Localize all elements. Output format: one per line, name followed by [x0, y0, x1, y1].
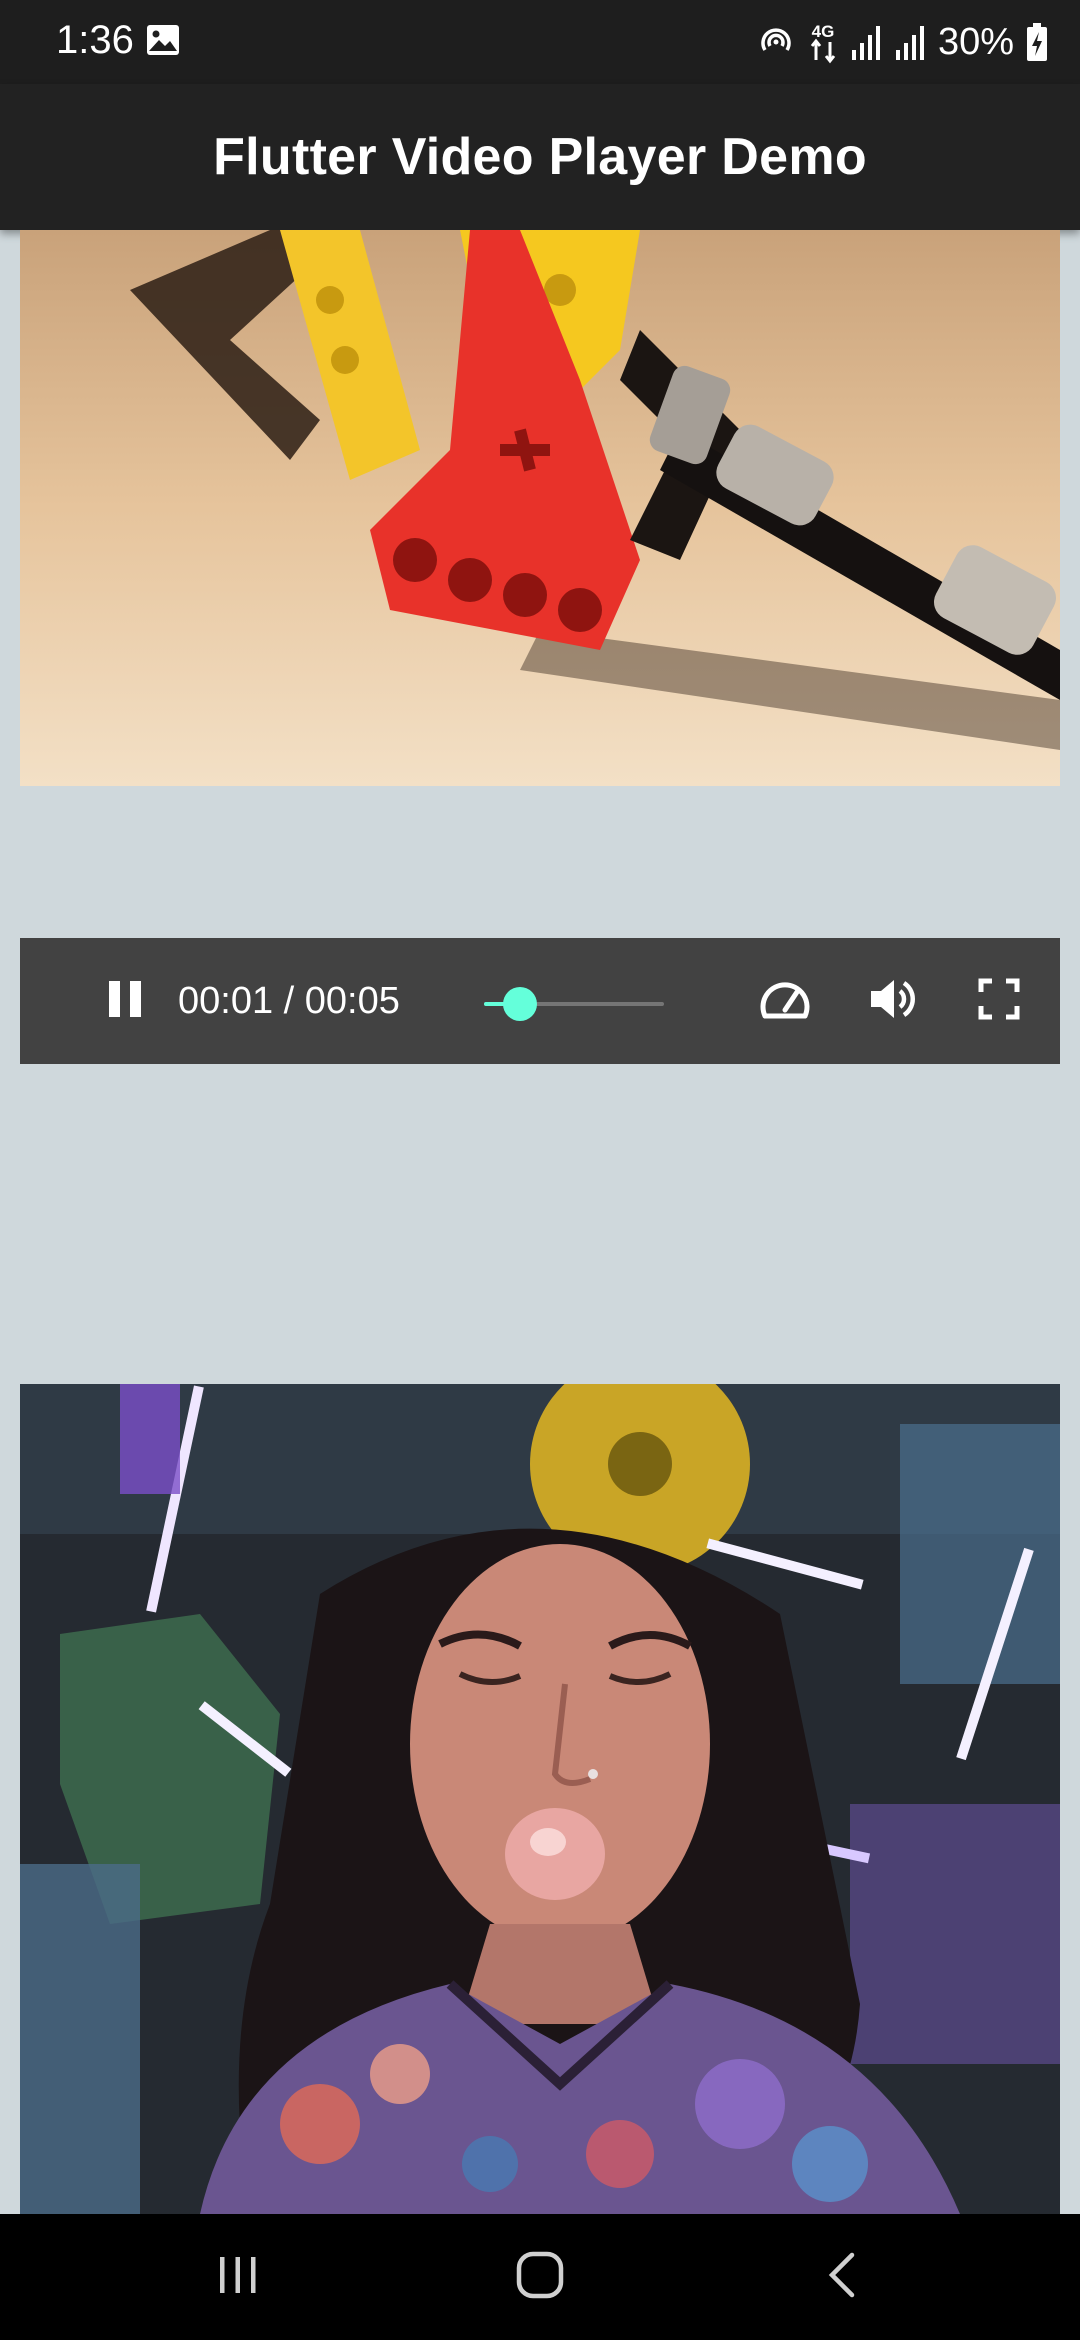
fullscreen-icon [978, 978, 1020, 1025]
pause-button[interactable] [80, 938, 170, 1064]
network-type-label: 4G [812, 22, 835, 41]
system-nav-bar [0, 2214, 1080, 2340]
signal-icon [894, 22, 926, 62]
back-button[interactable] [782, 2214, 902, 2340]
network-4g-icon: 4G [808, 20, 838, 64]
status-icons: 4G 30% [756, 18, 1048, 66]
battery-percentage: 30% [937, 20, 1014, 63]
progress-thumb[interactable] [503, 987, 537, 1021]
video-frame-portrait[interactable] [20, 1384, 1060, 2214]
battery-charging-icon [1026, 22, 1048, 62]
back-icon [824, 2251, 860, 2304]
volume-icon [867, 976, 919, 1027]
status-bar: 1:36 4G 30% [0, 0, 1080, 84]
playback-speed-icon [757, 976, 813, 1027]
video-controls: 00:01 / 00:05 [20, 938, 1060, 1064]
app-bar: Flutter Video Player Demo [0, 84, 1080, 230]
recents-icon [216, 2253, 260, 2302]
status-time: 1:36 [56, 18, 134, 62]
gallery-icon [146, 24, 180, 56]
progress-slider[interactable] [484, 987, 664, 1021]
video-frame-lego[interactable] [20, 230, 1060, 786]
hotspot-icon [756, 22, 796, 62]
app-title: Flutter Video Player Demo [213, 128, 867, 186]
pause-icon [105, 977, 145, 1026]
home-icon [514, 2249, 566, 2306]
recents-button[interactable] [178, 2214, 298, 2340]
playback-speed-button[interactable] [730, 938, 840, 1064]
signal-icon [850, 22, 882, 62]
home-button[interactable] [480, 2214, 600, 2340]
fullscreen-button[interactable] [944, 938, 1054, 1064]
time-display: 00:01 / 00:05 [178, 980, 400, 1022]
volume-button[interactable] [838, 938, 948, 1064]
